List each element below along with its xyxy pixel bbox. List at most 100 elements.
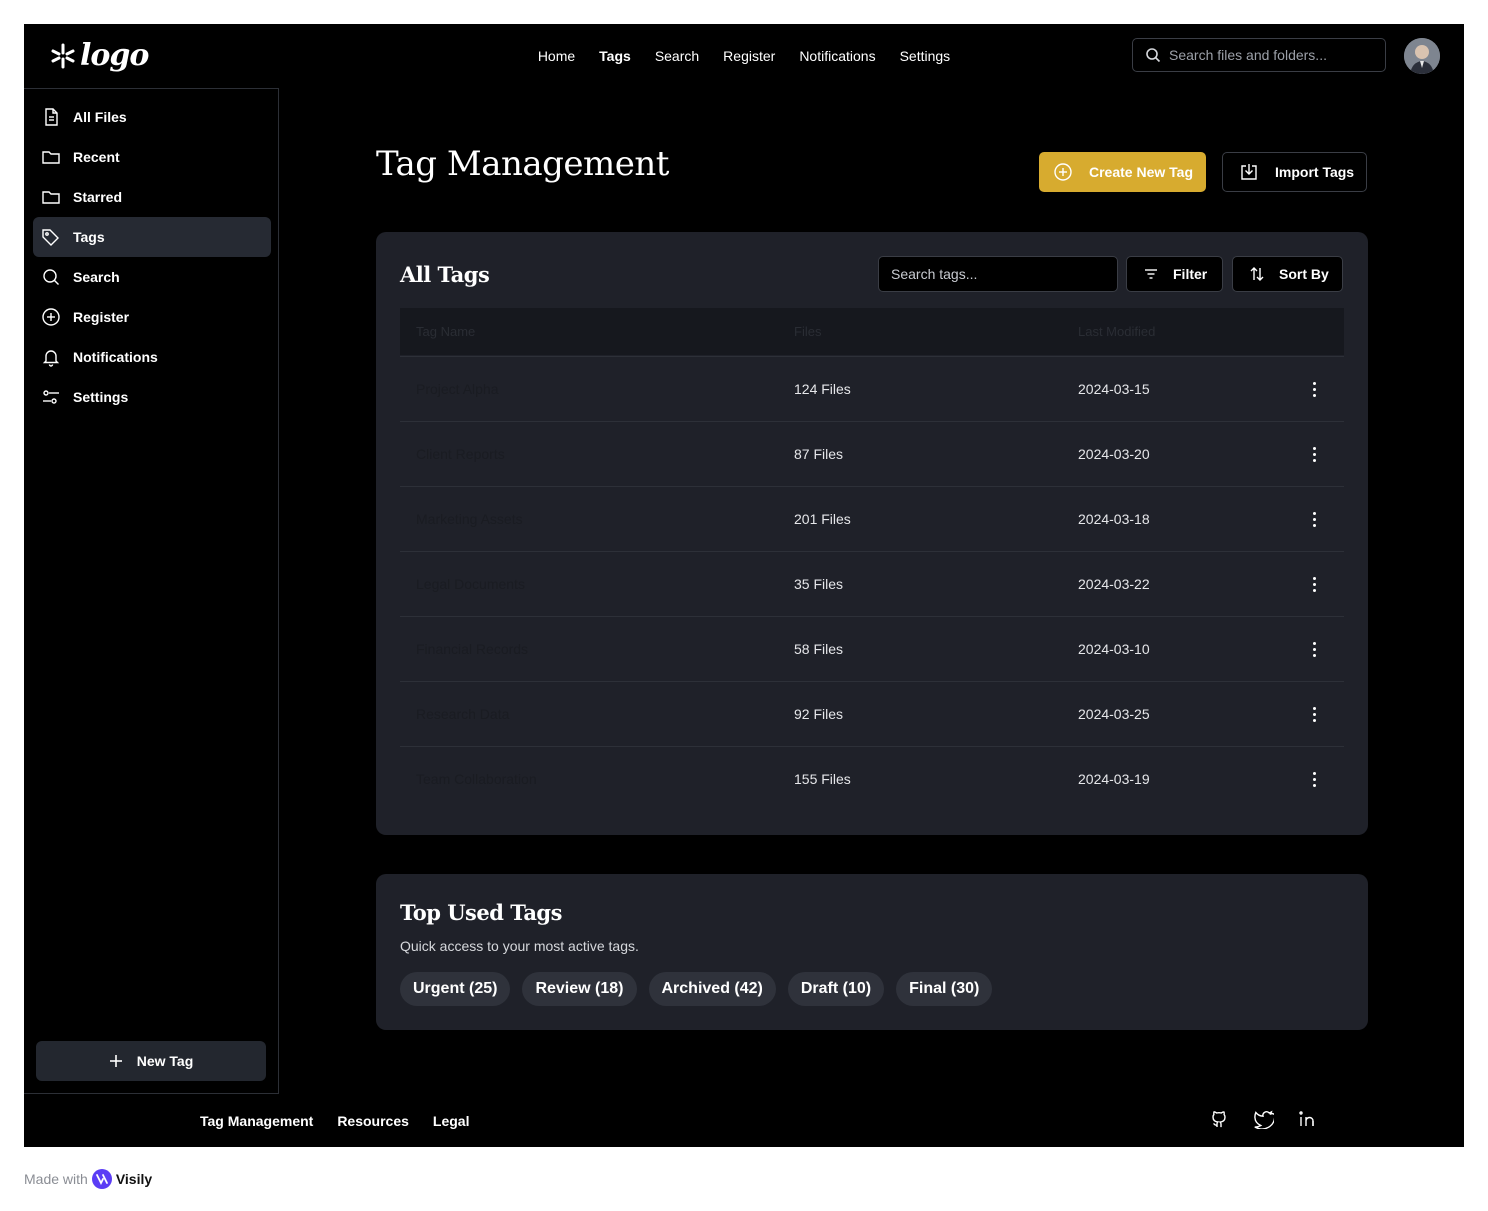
import-icon bbox=[1241, 164, 1257, 180]
sidebar-item-register[interactable]: Register bbox=[33, 297, 271, 337]
topnav-notifications[interactable]: Notifications bbox=[799, 48, 875, 64]
tag-file-count: 87 Files bbox=[794, 446, 844, 462]
sidebar-item-label: Tags bbox=[73, 229, 105, 245]
sort-by-button[interactable]: Sort By bbox=[1232, 256, 1343, 292]
social-links bbox=[1210, 1109, 1318, 1129]
folder-icon bbox=[42, 151, 60, 164]
filter-button[interactable]: Filter bbox=[1126, 256, 1223, 292]
made-with-brand: Visily bbox=[115, 1171, 153, 1187]
more-options-icon[interactable] bbox=[1304, 767, 1324, 791]
user-avatar-icon bbox=[1404, 38, 1440, 74]
sidebar-item-label: Recent bbox=[73, 149, 120, 165]
more-options-icon[interactable] bbox=[1304, 507, 1324, 531]
table-row[interactable]: Research Data 92 Files 2024-03-25 bbox=[400, 681, 1344, 746]
sidebar-item-label: All Files bbox=[73, 109, 127, 125]
tag-chip-draft[interactable]: Draft (10) bbox=[787, 972, 885, 1006]
made-with-badge[interactable]: Made with Visily bbox=[24, 1169, 152, 1189]
search-tags-input[interactable]: Search tags... bbox=[878, 256, 1118, 292]
sidebar-item-label: Starred bbox=[73, 189, 123, 205]
tag-date: 2024-03-20 bbox=[1078, 446, 1150, 462]
topnav-tags[interactable]: Tags bbox=[599, 48, 631, 64]
more-options-icon[interactable] bbox=[1304, 637, 1324, 661]
more-options-icon[interactable] bbox=[1304, 572, 1324, 596]
made-with-prefix: Made with bbox=[24, 1171, 88, 1187]
tag-name: Project Alpha bbox=[416, 381, 499, 397]
sidebar-item-starred[interactable]: Starred bbox=[33, 177, 271, 217]
plus-circle-icon bbox=[42, 308, 60, 326]
tag-file-count: 124 Files bbox=[794, 381, 851, 397]
sidebar-item-notifications[interactable]: Notifications bbox=[33, 337, 271, 377]
all-tags-title: All Tags bbox=[400, 262, 490, 287]
column-header-name: Tag Name bbox=[416, 324, 476, 339]
more-options-icon[interactable] bbox=[1304, 702, 1324, 726]
table-row[interactable]: Marketing Assets 201 Files 2024-03-18 bbox=[400, 486, 1344, 551]
plus-circle-icon bbox=[1054, 163, 1072, 181]
table-row[interactable]: Team Collaboration 155 Files 2024-03-19 bbox=[400, 746, 1344, 811]
sidebar-item-tags[interactable]: Tags bbox=[33, 217, 271, 257]
column-header-date: Last Modified bbox=[1078, 324, 1156, 339]
topnav-settings[interactable]: Settings bbox=[900, 48, 951, 64]
topnav-search[interactable]: Search bbox=[655, 48, 699, 64]
sidebar-item-search[interactable]: Search bbox=[33, 257, 271, 297]
tag-date: 2024-03-18 bbox=[1078, 511, 1150, 527]
header-search-input[interactable]: Search files and folders... bbox=[1132, 38, 1386, 72]
top-used-tags-card: Top Used Tags Quick access to your most … bbox=[376, 874, 1368, 1030]
tag-file-count: 35 Files bbox=[794, 576, 844, 592]
topnav-home[interactable]: Home bbox=[538, 48, 575, 64]
create-new-tag-label: Create New Tag bbox=[1089, 164, 1193, 180]
tag-chip-urgent[interactable]: Urgent (25) bbox=[400, 972, 511, 1006]
sidebar-item-settings[interactable]: Settings bbox=[33, 377, 271, 417]
filter-icon bbox=[1145, 269, 1157, 279]
sidebar-item-label: Search bbox=[73, 269, 120, 285]
header-search-placeholder: Search files and folders... bbox=[1169, 47, 1327, 63]
github-icon[interactable] bbox=[1210, 1109, 1230, 1129]
more-options-icon[interactable] bbox=[1304, 377, 1324, 401]
table-row[interactable]: Legal Documents 35 Files 2024-03-22 bbox=[400, 551, 1344, 616]
column-header-files: Files bbox=[794, 324, 822, 339]
visily-logo-icon bbox=[91, 1169, 112, 1189]
twitter-icon[interactable] bbox=[1254, 1109, 1274, 1129]
tag-date: 2024-03-22 bbox=[1078, 576, 1150, 592]
plus-icon bbox=[109, 1055, 122, 1067]
tag-date: 2024-03-10 bbox=[1078, 641, 1150, 657]
sort-icon bbox=[1250, 267, 1264, 281]
tag-chip-review[interactable]: Review (18) bbox=[522, 972, 637, 1006]
footer-link-tag-management[interactable]: Tag Management bbox=[200, 1113, 313, 1129]
tag-name: Team Collaboration bbox=[416, 771, 537, 787]
topnav-register[interactable]: Register bbox=[723, 48, 775, 64]
tag-name: Research Data bbox=[416, 706, 510, 722]
sidebar-item-recent[interactable]: Recent bbox=[33, 137, 271, 177]
tag-date: 2024-03-15 bbox=[1078, 381, 1150, 397]
new-tag-button[interactable]: New Tag bbox=[36, 1041, 266, 1081]
table-row[interactable]: Project Alpha 124 Files 2024-03-15 bbox=[400, 356, 1344, 421]
table-row[interactable]: Financial Records 58 Files 2024-03-10 bbox=[400, 616, 1344, 681]
sidebar-item-all-files[interactable]: All Files bbox=[33, 97, 271, 137]
tag-file-count: 155 Files bbox=[794, 771, 851, 787]
tag-name: Client Reports bbox=[416, 446, 505, 462]
sort-by-label: Sort By bbox=[1279, 266, 1329, 282]
new-tag-label: New Tag bbox=[136, 1053, 194, 1069]
tag-date: 2024-03-25 bbox=[1078, 706, 1150, 722]
linkedin-icon[interactable] bbox=[1298, 1109, 1318, 1129]
footer-link-resources[interactable]: Resources bbox=[337, 1113, 409, 1129]
sliders-icon bbox=[43, 390, 59, 404]
sidebar-item-label: Settings bbox=[73, 389, 129, 405]
tag-chip-final[interactable]: Final (30) bbox=[896, 972, 993, 1006]
footer-link-legal[interactable]: Legal bbox=[433, 1113, 470, 1129]
search-icon bbox=[43, 269, 59, 285]
tag-date: 2024-03-19 bbox=[1078, 771, 1150, 787]
create-new-tag-button[interactable]: Create New Tag bbox=[1039, 152, 1206, 192]
tag-chips: Urgent (25) Review (18) Archived (42) Dr… bbox=[400, 972, 993, 1006]
avatar[interactable] bbox=[1404, 38, 1440, 74]
page-title: Tag Management bbox=[376, 144, 669, 184]
more-options-icon[interactable] bbox=[1304, 442, 1324, 466]
import-tags-button[interactable]: Import Tags bbox=[1222, 152, 1367, 192]
footer-links: Tag Management Resources Legal bbox=[200, 1113, 469, 1129]
sidebar-item-label: Register bbox=[73, 309, 130, 325]
top-used-tags-subtitle: Quick access to your most active tags. bbox=[400, 938, 639, 954]
bell-icon bbox=[42, 350, 60, 367]
sidebar: All Files Recent Starred Tags Search Reg… bbox=[24, 88, 279, 1094]
tag-chip-archived[interactable]: Archived (42) bbox=[648, 972, 776, 1006]
tag-icon bbox=[42, 229, 59, 246]
table-row[interactable]: Client Reports 87 Files 2024-03-20 bbox=[400, 421, 1344, 486]
